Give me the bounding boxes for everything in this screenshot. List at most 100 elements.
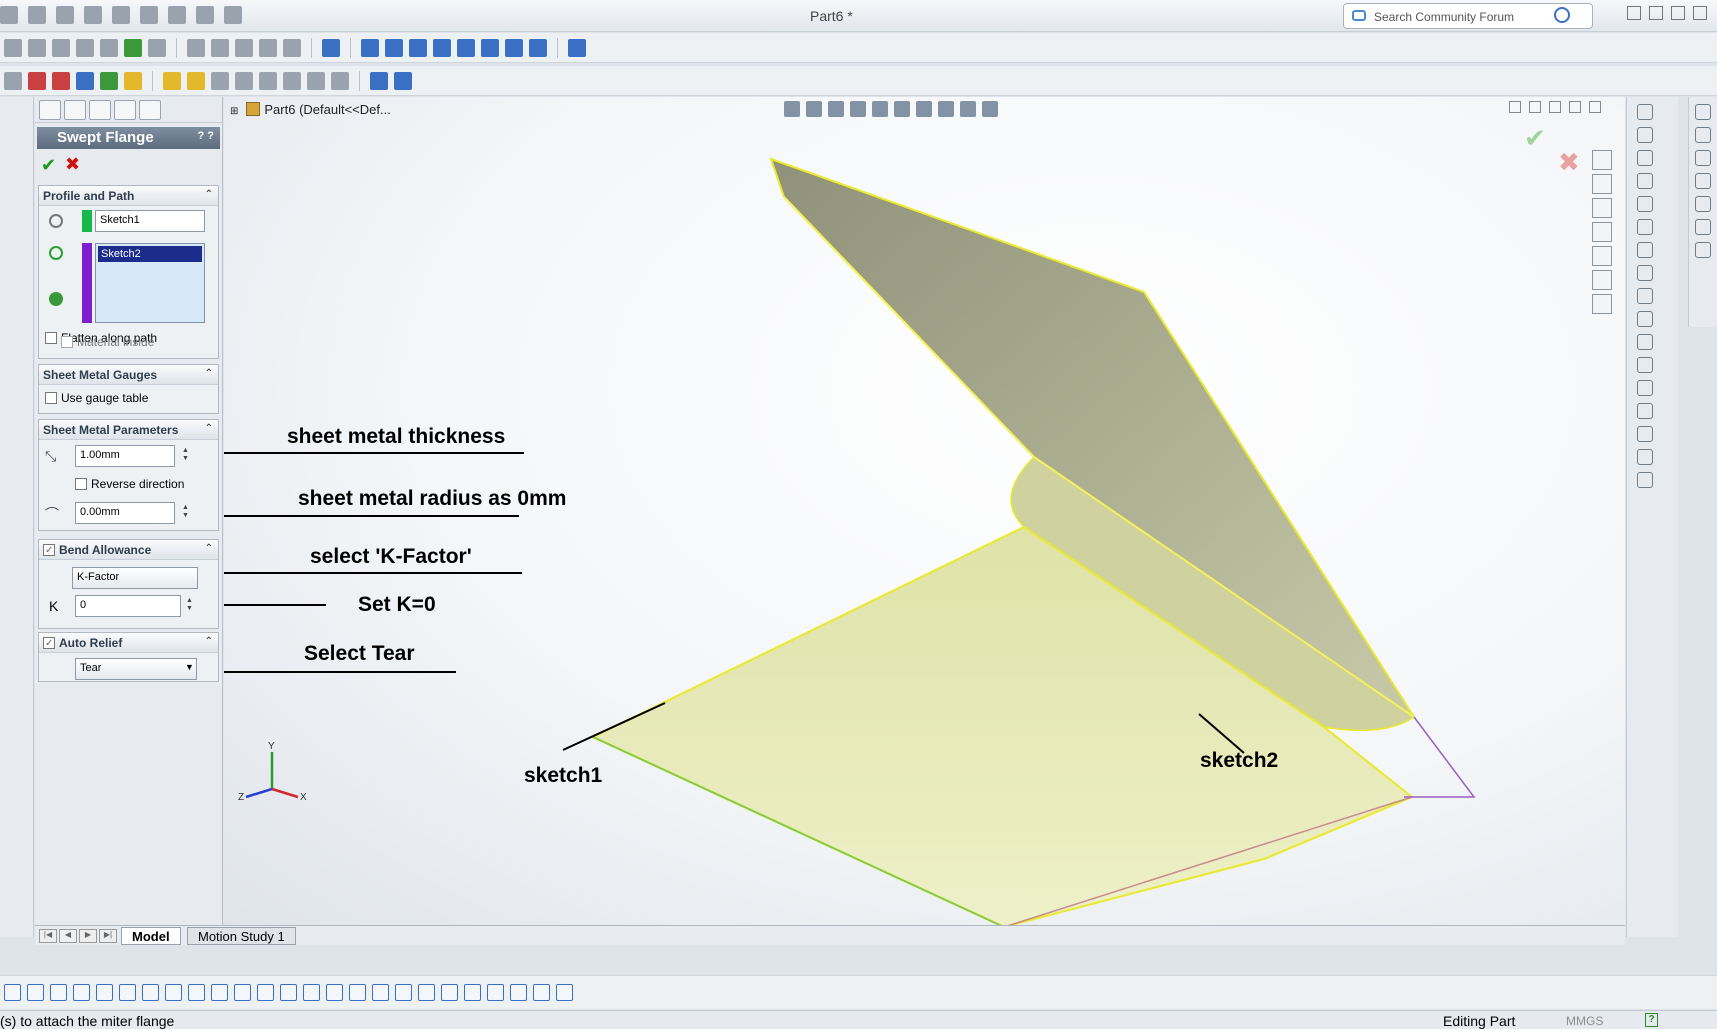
custom-properties-tab[interactable] — [1592, 294, 1612, 314]
first-tab-icon[interactable]: |◀ — [39, 929, 57, 943]
next-tab-icon[interactable]: ▶ — [79, 929, 97, 943]
home-tab[interactable] — [1592, 174, 1612, 194]
loft-icon[interactable] — [1695, 173, 1711, 189]
auto-relief-checkbox[interactable] — [43, 637, 55, 649]
view-back-icon[interactable] — [385, 38, 403, 57]
collapse-chevron-icon[interactable]: ⌃ — [205, 423, 213, 434]
rib-icon[interactable] — [1695, 219, 1711, 235]
select-vertex-icon[interactable] — [50, 984, 67, 1001]
group-header[interactable]: Auto Relief ⌃ — [39, 633, 218, 653]
line-icon[interactable] — [1637, 104, 1653, 120]
trim-entities-icon[interactable] — [1637, 380, 1653, 396]
last-tab-icon[interactable]: ▶| — [99, 929, 117, 943]
save-icon[interactable] — [56, 6, 74, 24]
material-inside-option[interactable]: Material inside — [61, 335, 154, 349]
resources-tab[interactable] — [1592, 150, 1612, 170]
centerline-icon[interactable] — [1637, 334, 1653, 350]
extrude-icon[interactable] — [1695, 104, 1711, 120]
shell-icon[interactable] — [1695, 196, 1711, 212]
feature-manager-tab[interactable] — [39, 100, 61, 120]
trim-icon[interactable] — [187, 38, 205, 57]
rebuild-icon[interactable] — [168, 6, 186, 24]
select-chain-icon[interactable] — [119, 984, 136, 1001]
miter-flange-icon[interactable] — [76, 71, 94, 90]
select-point-icon[interactable] — [303, 984, 320, 1001]
view-palette-tab[interactable] — [1592, 246, 1612, 266]
use-gauge-table-option[interactable]: Use gauge table — [45, 391, 148, 405]
help-icon[interactable] — [370, 71, 388, 90]
convert-entities-icon[interactable] — [1637, 403, 1653, 419]
move-entities-icon[interactable] — [1637, 472, 1653, 488]
use-gauge-checkbox[interactable] — [45, 392, 57, 404]
select-surface-icon[interactable] — [418, 984, 435, 1001]
rip-icon[interactable] — [283, 71, 301, 90]
view-left-icon[interactable] — [409, 38, 427, 57]
edge-flange-icon[interactable] — [52, 71, 70, 90]
unfold-icon[interactable] — [163, 71, 181, 90]
move-icon[interactable] — [283, 38, 301, 57]
offset-entities-icon[interactable] — [1637, 426, 1653, 442]
select-icon[interactable] — [140, 6, 158, 24]
file-explorer-tab[interactable] — [1592, 222, 1612, 242]
group-header[interactable]: Profile and Path ⌃ — [39, 186, 218, 206]
bend-allowance-checkbox[interactable] — [43, 544, 55, 556]
circle-icon[interactable] — [1637, 150, 1653, 166]
select-annotation-icon[interactable] — [395, 984, 412, 1001]
text-icon[interactable] — [1637, 357, 1653, 373]
display-manager-tab[interactable] — [139, 100, 161, 120]
polygon-icon[interactable] — [1637, 288, 1653, 304]
select-body-icon[interactable] — [326, 984, 343, 1001]
select-loop-icon[interactable] — [73, 984, 90, 1001]
view-bottom-icon[interactable] — [481, 38, 499, 57]
bend-allowance-dropdown[interactable]: K-Factor — [72, 567, 198, 589]
collapse-chevron-icon[interactable]: ⌃ — [205, 368, 213, 379]
no-bends-icon[interactable] — [235, 71, 253, 90]
point-icon[interactable] — [1637, 311, 1653, 327]
relation-icon[interactable] — [76, 38, 94, 57]
pm-help-icons[interactable]: ? ? — [198, 130, 215, 142]
graphics-area[interactable]: ⊞ Part6 (Default<<Def... ✔ ✖ Y X Z sheet… — [224, 97, 1625, 932]
axis-icon[interactable] — [322, 38, 340, 57]
convert-icon[interactable] — [148, 38, 166, 57]
select-plane-icon[interactable] — [257, 984, 274, 1001]
print-icon[interactable] — [84, 6, 102, 24]
insert-bends-icon[interactable] — [259, 71, 277, 90]
dimension-icon[interactable] — [52, 38, 70, 57]
select-axis-icon[interactable] — [280, 984, 297, 1001]
flatten-checkbox[interactable] — [45, 332, 57, 344]
fillet-icon[interactable] — [1637, 242, 1653, 258]
undo-icon[interactable] — [112, 6, 130, 24]
mirror-icon[interactable] — [100, 38, 118, 57]
view-top-icon[interactable] — [457, 38, 475, 57]
ok-checkmark-icon[interactable]: ✔ — [41, 155, 56, 176]
select-feature-icon[interactable] — [349, 984, 366, 1001]
search-input[interactable]: Search Community Forum — [1374, 10, 1514, 24]
reverse-direction-checkbox[interactable] — [75, 478, 87, 490]
property-manager-tab[interactable] — [64, 100, 86, 120]
sheet-metal-icon[interactable] — [4, 71, 22, 90]
view-front-icon[interactable] — [361, 38, 379, 57]
new-document-icon[interactable] — [0, 6, 18, 24]
select-hole-icon[interactable] — [487, 984, 504, 1001]
unit-system[interactable]: MMGS — [1566, 1014, 1603, 1028]
options-icon[interactable] — [224, 6, 242, 24]
pattern-icon[interactable] — [259, 38, 277, 57]
chamfer-icon[interactable] — [1637, 265, 1653, 281]
dimxpert-manager-tab[interactable] — [114, 100, 136, 120]
material-inside-checkbox[interactable] — [61, 336, 73, 348]
minimize-button[interactable] — [1649, 6, 1663, 20]
collapse-chevron-icon[interactable]: ⌃ — [205, 543, 213, 554]
draft-icon[interactable] — [1695, 242, 1711, 258]
select-edge-icon[interactable] — [4, 984, 21, 1001]
group-header[interactable]: Sheet Metal Parameters ⌃ — [39, 420, 218, 440]
select-contour-icon[interactable] — [188, 984, 205, 1001]
k-factor-input[interactable]: 0 — [75, 595, 181, 617]
path-selection-list[interactable]: Sketch2 — [95, 243, 205, 323]
flatten-icon[interactable] — [211, 71, 229, 90]
base-flange-icon[interactable] — [28, 71, 46, 90]
configuration-manager-tab[interactable] — [89, 100, 111, 120]
select-face-icon[interactable] — [27, 984, 44, 1001]
sweep-icon[interactable] — [1695, 150, 1711, 166]
sketch-tool-icon[interactable] — [28, 38, 46, 57]
info-icon[interactable] — [394, 71, 412, 90]
